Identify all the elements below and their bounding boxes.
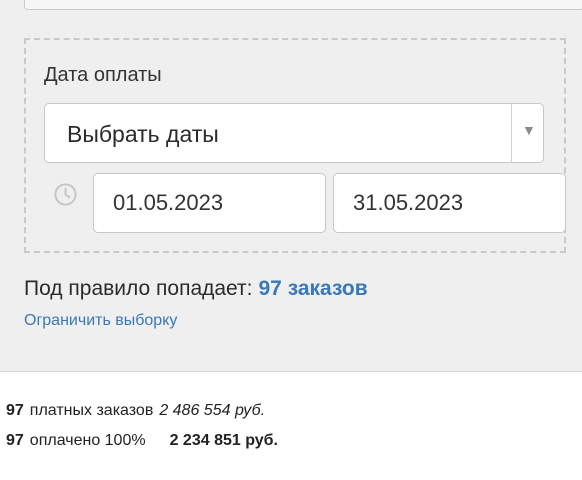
full-sum: 2 234 851 руб. <box>169 432 278 449</box>
full-label: оплачено 100% <box>29 432 146 449</box>
limit-selection-link[interactable]: Ограничить выборку <box>24 312 177 330</box>
date-to-input[interactable] <box>333 173 566 233</box>
chevron-down-icon[interactable]: ▼ <box>522 122 536 138</box>
filter-panel: Дата оплаты Выбрать даты ▼ Под правило п… <box>0 0 582 372</box>
paid-sum: 2 486 554 руб. <box>159 402 266 419</box>
paid-orders-stats: 97 платных заказов 2 486 554 руб. <box>6 402 265 420</box>
previous-field[interactable] <box>24 0 582 10</box>
date-from-input[interactable] <box>93 173 326 233</box>
rule-count: 97 заказов <box>258 277 368 300</box>
fully-paid-stats: 97 оплачено 100% 2 234 851 руб. <box>6 432 278 450</box>
paid-label: платных заказов <box>29 402 154 419</box>
rule-summary: Под правило попадает: 97 заказов <box>24 277 368 301</box>
rule-text: Под правило попадает: <box>24 277 253 300</box>
select-divider <box>511 104 512 162</box>
select-value: Выбрать даты <box>67 121 219 147</box>
filter-label: Дата оплаты <box>44 64 162 86</box>
date-range-select[interactable]: Выбрать даты ▼ <box>44 103 544 163</box>
paid-count: 97 <box>6 402 24 419</box>
clock-icon <box>54 183 77 206</box>
full-count: 97 <box>6 432 24 449</box>
